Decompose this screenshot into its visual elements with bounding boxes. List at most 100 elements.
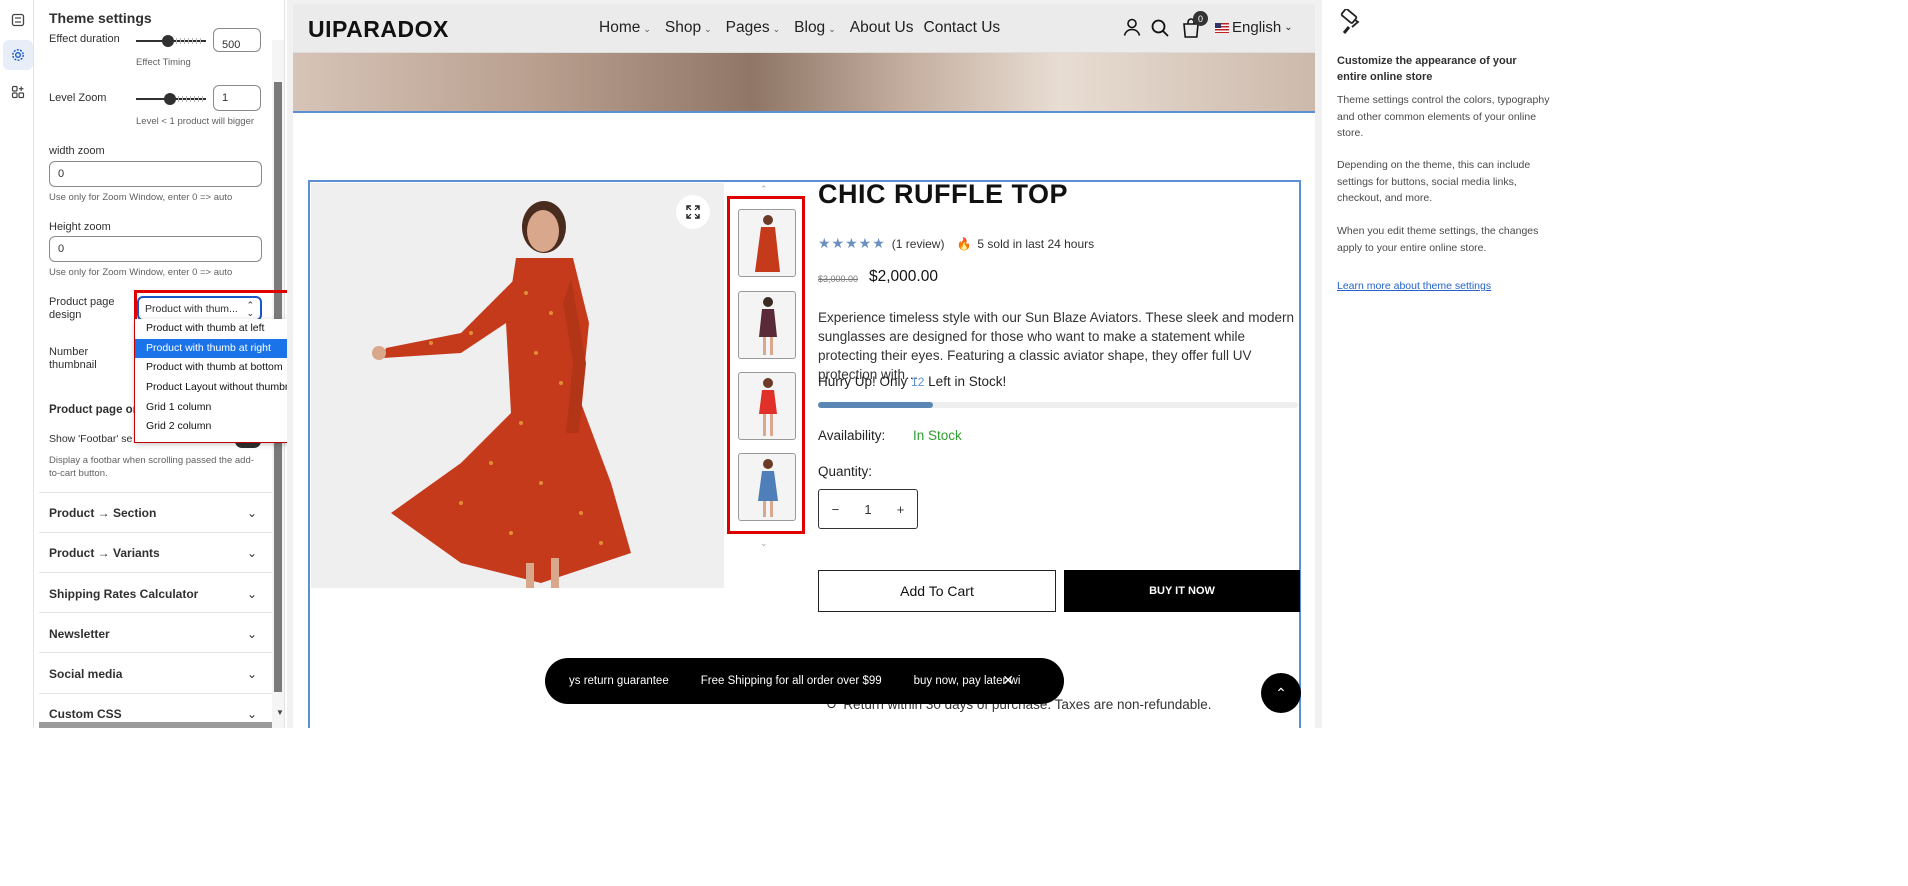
chevron-down-icon: ⌄ [643, 24, 651, 34]
nav-about[interactable]: About Us [850, 19, 914, 37]
level-zoom-slider[interactable] [136, 93, 206, 105]
product-main-image[interactable] [311, 183, 724, 588]
stock-progress-bar [818, 402, 1298, 408]
divider [39, 492, 272, 493]
effect-duration-help: Effect Timing [136, 57, 191, 68]
close-icon[interactable]: ✕ [1002, 672, 1014, 689]
quantity-label: Quantity: [818, 464, 873, 479]
quantity-value[interactable]: 1 [864, 502, 871, 517]
fire-icon: 🔥 [956, 236, 972, 251]
width-zoom-help: Use only for Zoom Window, enter 0 => aut… [49, 192, 233, 203]
sections-icon[interactable] [6, 8, 30, 32]
nav-label: About Us [849, 19, 914, 36]
divider [39, 612, 272, 613]
option-grid-2-column[interactable]: Grid 2 column [135, 417, 304, 437]
section-product-section[interactable]: Product → Section ⌄ [49, 506, 263, 520]
footbar-label: Show 'Footbar' se [49, 433, 133, 445]
thumbnail-1[interactable] [738, 209, 796, 277]
option-grid-1-column[interactable]: Grid 1 column [135, 398, 304, 418]
help-paragraph-2: Depending on the theme, this can include… [1337, 159, 1531, 204]
availability-value: In Stock [913, 428, 962, 443]
thumbs-down-arrow-icon[interactable]: ⌄ [760, 538, 768, 549]
scroll-down-icon[interactable]: ▼ [276, 708, 284, 717]
product-description: Experience timeless style with our Sun B… [818, 310, 1294, 382]
quantity-stepper: − 1 + [818, 489, 918, 529]
learn-more-link[interactable]: Learn more about theme settings [1337, 280, 1491, 292]
nav-contact[interactable]: Contact Us [924, 19, 1001, 37]
chevron-down-icon: ⌄ [246, 506, 257, 520]
thumbnail-4[interactable] [738, 453, 796, 521]
nav-shop[interactable]: Shop ⌄ [665, 19, 712, 37]
height-zoom-input[interactable]: 0 [49, 236, 262, 262]
section-label: Product → Variants [49, 546, 160, 560]
panel-title: Theme settings [49, 10, 152, 26]
apps-icon[interactable] [6, 80, 30, 104]
nav-home[interactable]: Home ⌄ [599, 19, 651, 37]
chevron-down-icon: ⌄ [772, 24, 781, 34]
divider [39, 693, 272, 694]
section-label: Social media [49, 667, 123, 681]
back-to-top-button[interactable]: ⌃ [1261, 673, 1301, 713]
height-zoom-help: Use only for Zoom Window, enter 0 => aut… [49, 267, 233, 278]
product-page-design-dropdown: Product with thumb at left Product with … [135, 319, 304, 442]
width-zoom-input[interactable]: 0 [49, 161, 262, 187]
product-page-design-select[interactable]: Product with thum... ⌃ ⌄ [137, 296, 262, 321]
account-icon[interactable] [1122, 17, 1142, 42]
nav-label: Pages [725, 19, 770, 36]
ticker-item: ys return guarantee [569, 675, 669, 687]
star-rating-icon: ★★★★★ [818, 235, 886, 251]
product-section: ⌃ ⌄ CHIC RUFFLE TOP ★★★★★ (1 review) 🔥 5… [308, 179, 1301, 728]
expand-image-button[interactable] [676, 195, 710, 229]
us-flag-icon [1215, 22, 1229, 33]
nav-blog[interactable]: Blog ⌄ [794, 19, 836, 37]
chevron-down-icon: ⌄ [246, 627, 257, 641]
cart-icon[interactable]: 0 [1181, 11, 1208, 44]
hurry-suffix: Left in Stock! [928, 374, 1007, 389]
hero-banner-image [293, 53, 1315, 113]
section-label: Custom CSS [49, 707, 122, 721]
nav-pages[interactable]: Pages ⌄ [726, 19, 781, 37]
double-chevron-up-icon: ⌃ [1275, 684, 1287, 701]
product-rating: ★★★★★ (1 review) 🔥 5 sold in last 24 hou… [818, 235, 1094, 252]
stock-progress-fill [818, 402, 934, 408]
buy-now-button[interactable]: BUY IT NOW [1064, 570, 1300, 612]
chevron-down-icon: ⌄ [704, 24, 712, 34]
level-zoom-input[interactable]: 1 [213, 85, 261, 111]
option-no-thumbnail[interactable]: Product Layout without thumbnail [135, 378, 304, 398]
site-logo[interactable]: UIPARADOX [308, 16, 449, 43]
thumbs-up-arrow-icon[interactable]: ⌃ [760, 184, 768, 195]
option-thumb-right[interactable]: Product with thumb at right [135, 338, 304, 359]
minus-icon[interactable]: − [832, 502, 840, 517]
level-zoom-label: Level Zoom [49, 92, 107, 104]
availability-label: Availability: [818, 428, 886, 443]
section-custom-css[interactable]: Custom CSS ⌄ [49, 707, 263, 721]
effect-duration-input[interactable]: 500 [213, 28, 261, 52]
plus-icon[interactable]: + [897, 502, 905, 517]
section-product-variants[interactable]: Product → Variants ⌄ [49, 546, 263, 560]
horizontal-scrollbar[interactable] [39, 722, 272, 728]
product-page-design-label: Product page design [49, 296, 115, 321]
site-header: UIPARADOX Home ⌄ Shop ⌄ Pages ⌄ Blog ⌄ About… [293, 4, 1315, 53]
option-thumb-left[interactable]: Product with thumb at left [135, 319, 304, 339]
section-social-media[interactable]: Social media ⌄ [49, 667, 263, 681]
add-to-cart-button[interactable]: Add To Cart [818, 570, 1056, 612]
effect-duration-slider[interactable] [136, 35, 206, 47]
theme-settings-icon[interactable] [3, 40, 33, 70]
section-shipping-rates[interactable]: Shipping Rates Calculator ⌄ [49, 587, 263, 601]
product-page-on-heading: Product page on [49, 404, 140, 416]
section-newsletter[interactable]: Newsletter ⌄ [49, 627, 263, 641]
language-selector[interactable]: English ⌄ [1215, 19, 1293, 36]
store-preview: UIPARADOX Home ⌄ Shop ⌄ Pages ⌄ Blog ⌄ About… [287, 0, 1322, 728]
thumbnail-2[interactable] [738, 291, 796, 359]
thumbnail-3[interactable] [738, 372, 796, 440]
nav-label: Shop [664, 19, 702, 36]
select-value: Product with thum... [145, 303, 238, 315]
search-icon[interactable] [1150, 18, 1170, 43]
ticker-item: Free Shipping for all order over $99 [700, 675, 882, 687]
section-label: Newsletter [49, 627, 110, 641]
storefront: UIPARADOX Home ⌄ Shop ⌄ Pages ⌄ Blog ⌄ About… [293, 4, 1315, 728]
language-label: English [1232, 19, 1282, 36]
option-thumb-bottom[interactable]: Product with thumb at bottom [135, 358, 304, 378]
review-count[interactable]: (1 review) [892, 237, 945, 251]
sale-price: $2,000.00 [869, 268, 938, 285]
